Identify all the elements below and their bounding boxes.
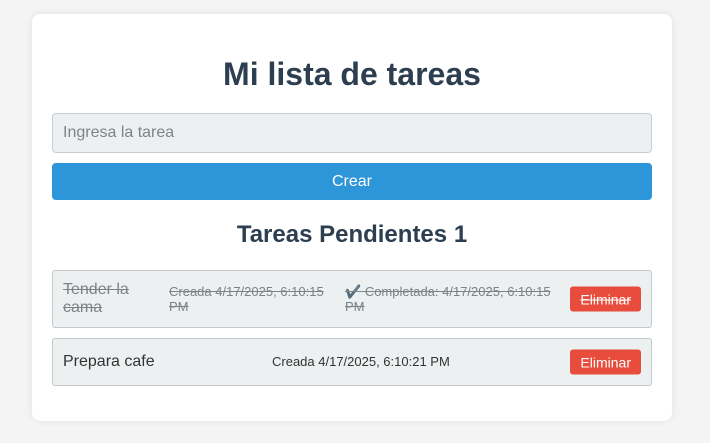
delete-button[interactable]: Eliminar xyxy=(570,286,641,312)
task-name[interactable]: Tender la cama xyxy=(63,281,153,317)
page-title: Mi lista de tareas xyxy=(223,56,481,92)
pending-heading: Tareas Pendientes 1 xyxy=(52,220,652,250)
delete-button[interactable]: Eliminar xyxy=(570,349,641,375)
create-button[interactable]: Crear xyxy=(52,163,652,200)
task-name[interactable]: Prepara cafe xyxy=(63,353,155,371)
todo-card: Mi lista de tareas Crear Tareas Pendient… xyxy=(32,14,672,421)
task-created-date: Creada 4/17/2025, 6:10:21 PM xyxy=(272,354,450,369)
pending-count: 1 xyxy=(453,221,468,248)
task-completed-date: ✔️ Completada: 4/17/2025, 6:10:15 PM xyxy=(345,284,565,314)
task-item: Tender la cama Creada 4/17/2025, 6:10:15… xyxy=(52,270,652,328)
task-item: Prepara cafe Creada 4/17/2025, 6:10:21 P… xyxy=(52,338,652,386)
task-input[interactable] xyxy=(52,113,652,153)
task-completed-text: Completada: 4/17/2025, 6:10:15 PM xyxy=(345,284,551,314)
task-created-date: Creada 4/17/2025, 6:10:15 PM xyxy=(169,284,324,314)
check-icon: ✔️ xyxy=(345,284,362,299)
task-list: Tender la cama Creada 4/17/2025, 6:10:15… xyxy=(52,270,652,386)
pending-label: Tareas Pendientes xyxy=(236,221,448,248)
